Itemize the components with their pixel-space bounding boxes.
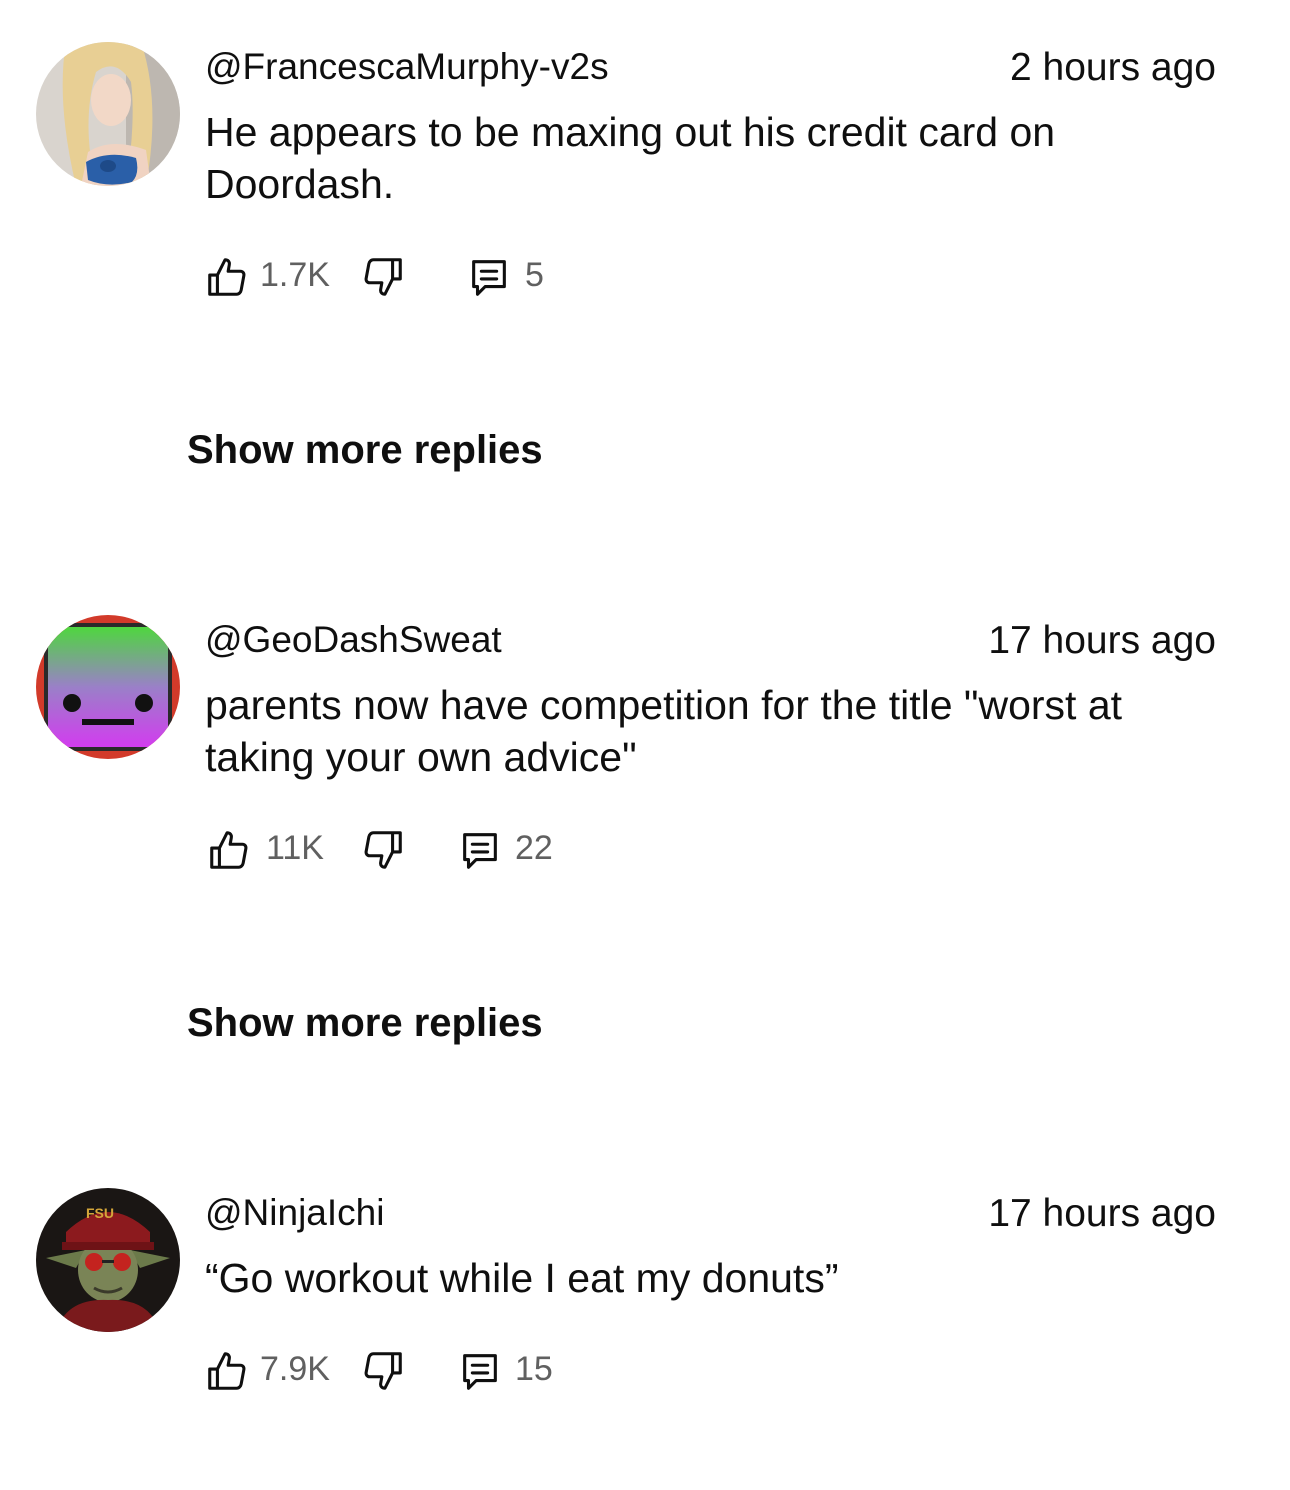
goblin-fsu-cap-image: FSU [36,1188,180,1332]
comment: FSU @NinjaIchi 17 hours ago “Go workout … [0,1188,1290,1418]
thumbs-down-icon[interactable] [360,254,406,300]
reply-count: 5 [525,256,544,294]
thumbs-up-icon[interactable] [204,1348,250,1394]
thumbs-up-icon[interactable] [206,827,252,873]
woman-avatar-image [36,42,180,186]
comment-author-handle[interactable]: @NinjaIchi [205,1192,384,1234]
comment-timestamp: 2 hours ago [1010,46,1216,89]
comment-icon[interactable] [466,254,512,300]
reply-count: 22 [515,829,553,867]
comment-text: “Go workout while I eat my donuts” [205,1255,839,1301]
geometry-dash-cube-image [36,615,180,759]
comment-timestamp: 17 hours ago [988,1192,1216,1235]
comment: @GeoDashSweat 17 hours ago parents now h… [0,615,1290,885]
comment-text: He appears to be maxing out his credit c… [205,109,1056,207]
show-more-replies-button[interactable]: Show more replies [187,428,543,473]
comment-author-handle[interactable]: @GeoDashSweat [205,619,502,661]
comment-icon[interactable] [457,1348,503,1394]
cap-logo-text: FSU [86,1205,114,1221]
comment-icon[interactable] [457,827,503,873]
comment-text: parents now have competition for the tit… [205,682,1123,780]
comment-actions: 11K 22 [200,827,1200,877]
comment: @FrancescaMurphy-v2s 2 hours ago He appe… [0,42,1290,312]
avatar[interactable] [36,42,180,186]
comment-actions: 7.9K 15 [200,1348,1200,1398]
reply-count: 15 [515,1350,553,1388]
like-count: 11K [266,829,324,867]
avatar[interactable]: FSU [36,1188,180,1332]
thumbs-down-icon[interactable] [360,827,406,873]
comment-author-handle[interactable]: @FrancescaMurphy-v2s [205,46,609,88]
thumbs-down-icon[interactable] [360,1348,406,1394]
show-more-replies-button[interactable]: Show more replies [187,1001,543,1046]
thumbs-up-icon[interactable] [204,254,250,300]
comment-actions: 1.7K 5 [200,254,1200,304]
like-count: 7.9K [260,1350,330,1388]
like-count: 1.7K [260,256,330,294]
comment-timestamp: 17 hours ago [988,619,1216,662]
avatar[interactable] [36,615,180,759]
